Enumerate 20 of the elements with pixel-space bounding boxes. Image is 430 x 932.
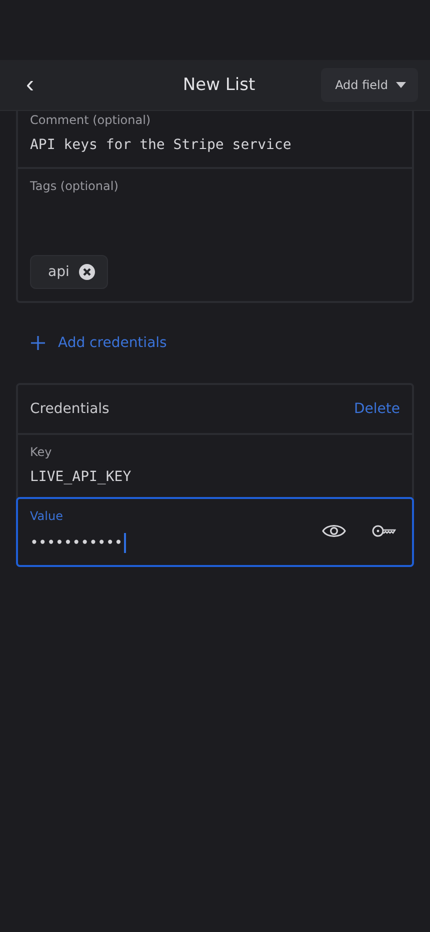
field-value: LIVE_API_KEY bbox=[30, 469, 132, 485]
card-title: Credentials bbox=[30, 401, 110, 417]
remove-icon bbox=[79, 264, 96, 280]
field-label: Value bbox=[30, 509, 64, 523]
caret-icon bbox=[396, 82, 406, 88]
add-credentials-button[interactable]: Add credentials bbox=[30, 331, 167, 355]
field-value: ••••••••••• bbox=[30, 534, 123, 551]
credential-field[interactable]: Value ••••••••••• bbox=[16, 497, 414, 567]
field-label: Key bbox=[30, 445, 53, 459]
text-cursor bbox=[124, 533, 126, 553]
delete-link[interactable]: Delete bbox=[354, 401, 400, 417]
comment-value[interactable]: API keys for the Stripe service bbox=[30, 137, 400, 153]
add-field-button[interactable]: Add field bbox=[321, 68, 418, 102]
field-label: Tags (optional) bbox=[30, 179, 120, 193]
credential-field[interactable]: Key LIVE_API_KEY bbox=[18, 435, 412, 497]
page-title: New List bbox=[182, 75, 256, 95]
back-button[interactable]: ‹ bbox=[20, 73, 40, 97]
plus-icon bbox=[30, 335, 46, 351]
tag-chip[interactable]: api bbox=[30, 255, 108, 289]
field-label: Comment (optional) bbox=[30, 113, 152, 127]
